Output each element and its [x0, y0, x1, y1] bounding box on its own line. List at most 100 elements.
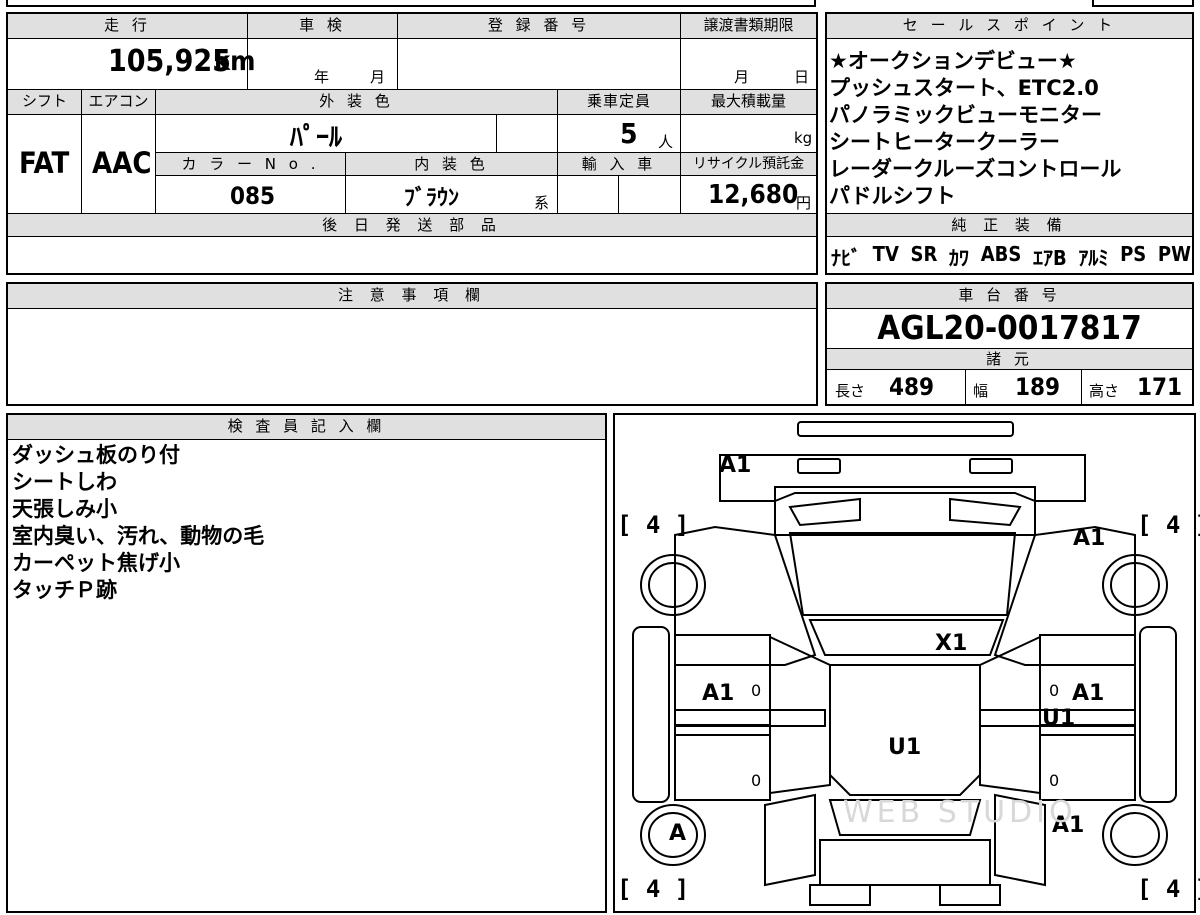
mileage-unit: km: [214, 46, 256, 77]
equipment-item: TV: [872, 242, 899, 266]
inspector-note: カーペット焦げ小: [12, 551, 180, 575]
header-inspector: 検 査 員 記 入 欄: [8, 415, 605, 439]
grid-line: [8, 38, 816, 39]
equipment-item: ｱﾙﾐ: [1078, 246, 1109, 270]
tire-front-left-inner: [648, 562, 698, 608]
tire-rear-left-tread: [ 4 ]: [617, 875, 690, 903]
inspector-box: 検 査 員 記 入 欄 ダッシュ板のり付 シートしわ 天張しみ小 室内臭い、汚れ…: [6, 413, 607, 913]
tire-rear-right-tread: [ 4 ]: [1137, 875, 1200, 903]
damage-mark-right-front-door: A1: [1072, 681, 1105, 706]
top-clipped-strip-right: [1092, 0, 1194, 7]
header-registration: 登 録 番 号: [398, 14, 680, 38]
windshield-right: [949, 497, 1022, 527]
roof-front: [808, 619, 1005, 656]
chassis-number-value: AGL20-0017817: [877, 308, 1142, 347]
headlight-right: [969, 458, 1013, 474]
damage-mark-rear-left: A: [669, 821, 687, 846]
header-capacity: 乗車定員: [558, 90, 680, 114]
header-shift: シフト: [8, 90, 81, 114]
damage-diagram-box: [ 4 ] [ 4 ] [ 4 ] [ 4 ] A1 A1 X1 A1 A1 U…: [613, 413, 1200, 913]
capacity-value: 5: [620, 117, 638, 150]
grid-line: [827, 38, 1192, 39]
grid-line: [496, 114, 497, 152]
transfer-day-unit: 日: [794, 68, 810, 86]
left-door-strip: [674, 709, 826, 727]
damage-mark-roof: X1: [935, 631, 968, 656]
right-sill: [1139, 626, 1177, 803]
color-no-value: 085: [230, 182, 276, 210]
recycle-fee-value: 12,680: [708, 180, 799, 210]
header-later-parts: 後 日 発 送 部 品: [8, 214, 816, 236]
header-notes: 注 意 事 項 欄: [8, 284, 816, 308]
headlight-left: [797, 458, 841, 474]
gauge-zero: 0: [1049, 681, 1060, 700]
header-import: 輸 入 車: [558, 153, 680, 175]
gauge-zero: 0: [751, 681, 762, 700]
header-max-load: 最大積載量: [681, 90, 816, 114]
sales-points-box: セ ー ル ス ポ イ ン ト ★オークションデビュー★ プッシュスタート、ET…: [825, 12, 1194, 275]
header-inspection: 車 検: [248, 14, 397, 38]
sales-point-item: パドルシフト: [829, 184, 956, 208]
trunk-outline: [819, 839, 991, 886]
grid-line: [8, 236, 816, 237]
left-sill: [632, 626, 670, 803]
rear-bumper-left: [809, 884, 871, 906]
length-label: 長さ: [835, 382, 866, 400]
header-genuine-equipment: 純 正 装 備: [827, 214, 1192, 236]
header-specs: 諸 元: [827, 349, 1192, 369]
grid-line: [156, 152, 816, 153]
rear-bumper-right: [939, 884, 1001, 906]
width-value: 189: [1015, 373, 1061, 401]
hood-outline: [774, 492, 1036, 536]
header-aircon: エアコン: [82, 90, 155, 114]
header-mileage: 走 行: [8, 14, 247, 38]
sales-point-item: プッシュスタート、ETC2.0: [829, 76, 1099, 100]
capacity-unit: 人: [658, 133, 674, 151]
header-interior-color: 内 装 色: [346, 153, 557, 175]
sales-point-item: レーダークルーズコントロール: [829, 157, 1122, 181]
inspector-note: 天張しみ小: [12, 497, 117, 521]
aircon-value: AAC: [92, 146, 152, 180]
shift-value: FAT: [19, 146, 70, 180]
inspector-note: 室内臭い、汚れ、動物の毛: [12, 524, 265, 548]
inspector-notes-list: ダッシュ板のり付 シートしわ 天張しみ小 室内臭い、汚れ、動物の毛 カーペット焦…: [12, 442, 602, 604]
grid-line: [345, 153, 346, 214]
tire-front-right-tread: [ 4 ]: [1137, 511, 1200, 539]
roof-center: [829, 664, 981, 796]
inspection-month-unit: 月: [370, 68, 386, 86]
tire-rear-right-inner: [1110, 812, 1160, 858]
left-front-fender: [674, 525, 817, 666]
inspection-year-unit: 年: [314, 68, 330, 86]
equipment-item: PS: [1120, 242, 1147, 266]
equipment-item: ｴｱB: [1033, 246, 1067, 270]
damage-mark-center: U1: [888, 735, 922, 760]
gauge-zero: 0: [1049, 771, 1060, 790]
inspector-note: ダッシュ板のり付: [12, 443, 180, 467]
header-transfer-deadline: 譲渡書類期限: [681, 14, 816, 38]
grid-line: [827, 369, 1192, 370]
grid-line: [618, 175, 619, 214]
equipment-list: ﾅﾋﾞ TV SR ｶﾜ ABS ｴｱB ｱﾙﾐ PS PW: [831, 242, 1191, 271]
sales-point-item: シートヒータークーラー: [829, 130, 1060, 154]
rear-quarter-left: [764, 793, 816, 887]
equipment-item: ﾅﾋﾞ: [831, 246, 861, 270]
gauge-zero: 0: [751, 771, 762, 790]
notes-box: 注 意 事 項 欄: [6, 282, 818, 406]
max-load-unit: kg: [794, 129, 813, 147]
damage-mark-front-right: A1: [1073, 526, 1106, 551]
grid-line: [8, 439, 605, 440]
grid-line: [155, 90, 156, 214]
interior-suffix: 系: [534, 194, 550, 212]
watermark: WEB STUDIO: [843, 795, 1077, 830]
mileage-value: 105,925: [108, 44, 231, 79]
equipment-item: ABS: [980, 242, 1022, 266]
car-outline-diagram: [632, 421, 1177, 906]
windshield-left: [788, 497, 861, 527]
chassis-specs-box: 車 台 番 号 AGL20-0017817 諸 元 長さ 489 幅 189 高…: [825, 282, 1194, 406]
damage-mark-right-sill: U1: [1042, 706, 1076, 731]
grid-line: [8, 114, 816, 115]
grid-line: [557, 90, 558, 214]
vehicle-info-box: 走 行 車 検 登 録 番 号 譲渡書類期限 シフト エアコン 外 装 色 乗車…: [6, 12, 818, 275]
grid-line: [965, 369, 966, 404]
equipment-item: PW: [1157, 242, 1191, 266]
